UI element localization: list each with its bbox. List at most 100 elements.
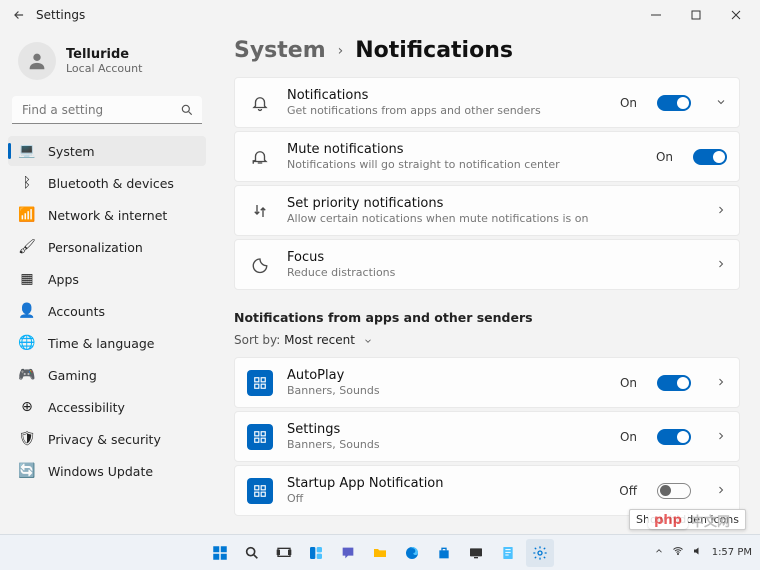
card-title: AutoPlay: [287, 368, 606, 383]
toggle-state: Off: [619, 484, 637, 498]
sidebar-item-system[interactable]: 💻System: [8, 136, 206, 166]
taskbar-search[interactable]: [238, 539, 266, 567]
setting-notifications[interactable]: NotificationsGet notifications from apps…: [234, 77, 740, 128]
toggle-state: On: [620, 430, 637, 444]
taskbar-widgets[interactable]: [302, 539, 330, 567]
sidebar-icon: 🖌: [18, 238, 36, 256]
page-title: Notifications: [355, 38, 513, 63]
profile-sub: Local Account: [66, 62, 142, 75]
sidebar-item-label: Privacy & security: [48, 432, 161, 447]
taskbar-store[interactable]: [430, 539, 458, 567]
close-button[interactable]: [716, 1, 756, 29]
app-icon: [247, 370, 273, 396]
avatar: [18, 42, 56, 80]
sidebar-icon: 👤: [18, 302, 36, 320]
maximize-button[interactable]: [676, 1, 716, 29]
card-title: Set priority notifications: [287, 196, 691, 211]
taskbar-chat[interactable]: [334, 539, 362, 567]
taskbar: 1:57 PM: [0, 534, 760, 570]
card-sub: Allow certain notications when mute noti…: [287, 212, 691, 225]
sidebar-icon: 🌐: [18, 334, 36, 352]
sidebar-item-label: Time & language: [48, 336, 154, 351]
sidebar-item-label: Personalization: [48, 240, 143, 255]
taskbar-files[interactable]: [366, 539, 394, 567]
toggle-switch[interactable]: [657, 483, 691, 499]
app-icon: [247, 478, 273, 504]
chevron-down-icon[interactable]: [715, 93, 727, 112]
chevron-right-icon: [715, 255, 727, 274]
tray-tooltip: Show hidden icons: [629, 509, 746, 530]
sidebar-icon: 🔄: [18, 462, 36, 480]
toggle-switch[interactable]: [657, 375, 691, 391]
card-title: Focus: [287, 250, 691, 265]
tray-expand-icon[interactable]: [654, 546, 664, 559]
chevron-right-icon: ›: [338, 43, 344, 59]
sidebar-item-label: Network & internet: [48, 208, 167, 223]
titlebar: Settings: [0, 0, 760, 30]
card-title: Mute notifications: [287, 142, 642, 157]
toggle-state: On: [620, 96, 637, 110]
app-sender-settings[interactable]: SettingsBanners, Sounds On: [234, 411, 740, 462]
setting-focus[interactable]: FocusReduce distractions: [234, 239, 740, 290]
taskbar-edge[interactable]: [398, 539, 426, 567]
chevron-right-icon: [715, 373, 727, 392]
settings-list: NotificationsGet notifications from apps…: [234, 77, 740, 290]
sidebar-icon: ⊕: [18, 398, 36, 416]
app-sender-autoplay[interactable]: AutoPlayBanners, Sounds On: [234, 357, 740, 408]
search-input[interactable]: [12, 96, 202, 124]
taskbar-start[interactable]: [206, 539, 234, 567]
sidebar-item-windows-update[interactable]: 🔄 Windows Update: [8, 456, 206, 486]
taskbar-remote[interactable]: [462, 539, 490, 567]
sidebar-item-label: Apps: [48, 272, 79, 287]
section-header: Notifications from apps and other sender…: [234, 310, 740, 325]
mute-icon: [247, 145, 273, 169]
setting-priority[interactable]: Set priority notificationsAllow certain …: [234, 185, 740, 236]
sidebar-item-apps[interactable]: ▦Apps: [8, 264, 206, 294]
breadcrumb-parent[interactable]: System: [234, 38, 326, 63]
sidebar-item-label: System: [48, 144, 95, 159]
card-sub: Banners, Sounds: [287, 384, 606, 397]
system-tray[interactable]: 1:57 PM: [654, 545, 752, 560]
toggle-state: On: [656, 150, 673, 164]
sidebar-item-accounts[interactable]: 👤Accounts: [8, 296, 206, 326]
taskbar-taskview[interactable]: [270, 539, 298, 567]
sidebar-item-gaming[interactable]: 🎮Gaming: [8, 360, 206, 390]
sidebar-item-network-internet[interactable]: 📶Network & internet: [8, 200, 206, 230]
sidebar-item-accessibility[interactable]: ⊕ Accessibility: [8, 392, 206, 422]
card-title: Settings: [287, 422, 606, 437]
sidebar-item-label: Bluetooth & devices: [48, 176, 174, 191]
clock[interactable]: 1:57 PM: [712, 547, 752, 558]
sidebar-icon: 🎮: [18, 366, 36, 384]
toggle-switch[interactable]: [657, 95, 691, 111]
sidebar-item-label: Windows Update: [48, 464, 153, 479]
card-title: Startup App Notification: [287, 476, 605, 491]
sidebar-item-privacy-security[interactable]: 🛡Privacy & security: [8, 424, 206, 454]
app-senders-list: AutoPlayBanners, Sounds On SettingsBanne…: [234, 357, 740, 516]
taskbar-notes[interactable]: [494, 539, 522, 567]
sidebar-item-bluetooth-devices[interactable]: ᛒBluetooth & devices: [8, 168, 206, 198]
search-box: [12, 96, 202, 124]
sidebar-item-time-language[interactable]: 🌐 Time & language: [8, 328, 206, 358]
taskbar-settings[interactable]: [526, 539, 554, 567]
window-title: Settings: [36, 8, 85, 22]
toggle-state: On: [620, 376, 637, 390]
sort-dropdown[interactable]: Most recent: [284, 333, 373, 347]
toggle-switch[interactable]: [657, 429, 691, 445]
sidebar-item-label: Accessibility: [48, 400, 125, 415]
sidebar-item-personalization[interactable]: 🖌 Personalization: [8, 232, 206, 262]
toggle-switch[interactable]: [693, 149, 727, 165]
search-icon: [180, 102, 194, 121]
card-sub: Notifications will go straight to notifi…: [287, 158, 642, 171]
sort-label: Sort by:: [234, 333, 280, 347]
profile-block[interactable]: Telluride Local Account: [8, 36, 206, 90]
volume-icon[interactable]: [692, 545, 704, 560]
sidenav: 💻SystemᛒBluetooth & devices📶Network & in…: [8, 136, 206, 486]
chevron-right-icon: [715, 201, 727, 220]
card-sub: Banners, Sounds: [287, 438, 606, 451]
card-title: Notifications: [287, 88, 606, 103]
wifi-icon[interactable]: [672, 545, 684, 560]
minimize-button[interactable]: [636, 1, 676, 29]
sidebar: Telluride Local Account 💻SystemᛒBluetoot…: [0, 30, 214, 534]
setting-mute[interactable]: Mute notificationsNotifications will go …: [234, 131, 740, 182]
back-button[interactable]: [4, 0, 34, 30]
